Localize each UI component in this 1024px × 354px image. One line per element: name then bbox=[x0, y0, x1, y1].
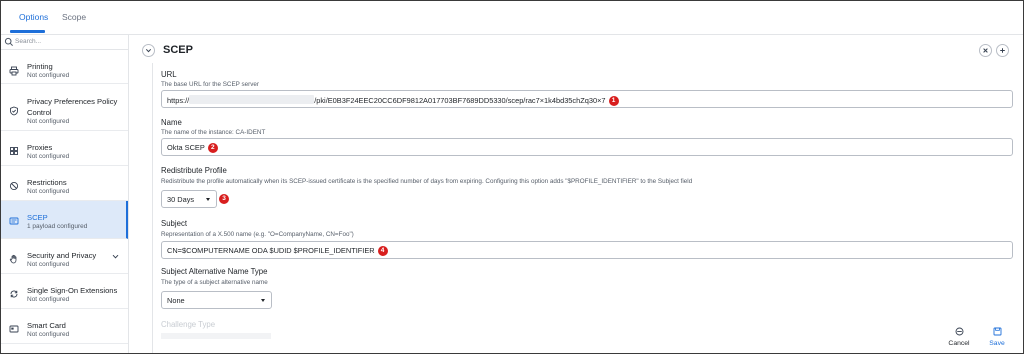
sidebar-item-status: Not configured bbox=[27, 296, 70, 303]
app-frame: Options Scope Search... Printing Not con… bbox=[0, 0, 1024, 354]
search-box[interactable]: Search... bbox=[1, 35, 128, 50]
sidebar-item-status: Not configured bbox=[27, 153, 70, 160]
chevron-down-icon bbox=[145, 48, 152, 53]
url-label: URL bbox=[161, 70, 177, 79]
shield-check-icon bbox=[10, 106, 18, 116]
prohibited-icon bbox=[9, 181, 19, 191]
sidebar-item-status: Not configured bbox=[27, 72, 70, 79]
name-description: The name of the instance: CA-IDENT bbox=[161, 129, 266, 136]
name-value: Okta SCEP 2 bbox=[167, 143, 218, 154]
sidebar-item-label: SCEP bbox=[27, 213, 48, 222]
san-type-select[interactable]: None bbox=[161, 291, 272, 309]
dropdown-caret-icon bbox=[206, 198, 210, 201]
add-payload-button[interactable] bbox=[996, 44, 1009, 57]
url-value: https:///pki/E0B3F24EEC20CC6DF9812A01770… bbox=[167, 95, 619, 107]
close-icon bbox=[983, 48, 988, 53]
printer-icon bbox=[9, 66, 19, 76]
sidebar-item-proxies[interactable]: Proxies Not configured bbox=[1, 131, 128, 166]
sidebar-item-smart-card[interactable]: Smart Card Not configured bbox=[1, 309, 128, 344]
san-type-description: The type of a subject alternative name bbox=[161, 279, 268, 286]
section-title: SCEP bbox=[163, 44, 193, 56]
subject-label: Subject bbox=[161, 219, 188, 228]
sidebar-item-privacy-preferences[interactable]: Privacy Preferences Policy Control Not c… bbox=[1, 84, 128, 131]
sidebar-item-label: Single Sign-On Extensions bbox=[27, 286, 118, 295]
save-button[interactable]: Save bbox=[983, 327, 1011, 347]
chevron-down-icon[interactable] bbox=[111, 252, 120, 261]
hand-icon bbox=[9, 254, 17, 264]
payload-sidebar: Search... Printing Not configured Privac… bbox=[1, 35, 129, 353]
subject-value: CN=$COMPUTERNAME ODA $UDID $PROFILE_IDEN… bbox=[167, 246, 388, 257]
url-field[interactable]: https:///pki/E0B3F24EEC20CC6DF9812A01770… bbox=[161, 90, 1013, 108]
callout-badge: 3 bbox=[219, 194, 229, 204]
sidebar-item-label: Security and Privacy bbox=[27, 251, 97, 260]
tab-bar: Options Scope bbox=[1, 1, 1023, 35]
server-icon bbox=[10, 147, 18, 155]
sidebar-item-status: Not configured bbox=[27, 188, 70, 195]
sidebar-item-sso-extensions[interactable]: Single Sign-On Extensions Not configured bbox=[1, 274, 128, 309]
sidebar-item-status: 1 payload configured bbox=[27, 223, 88, 230]
url-description: The base URL for the SCEP server bbox=[161, 81, 259, 88]
sidebar-item-scep[interactable]: SCEP 1 payload configured bbox=[1, 201, 128, 239]
sidebar-item-label: Smart Card bbox=[27, 321, 66, 330]
remove-payload-button[interactable] bbox=[979, 44, 992, 57]
search-icon bbox=[4, 37, 13, 46]
sidebar-item-security-privacy[interactable]: Security and Privacy Not configured bbox=[1, 239, 128, 274]
name-field[interactable]: Okta SCEP 2 bbox=[161, 138, 1013, 156]
sidebar-item-label: Privacy Preferences Policy Control bbox=[27, 97, 118, 117]
san-type-value: None bbox=[167, 296, 185, 305]
sidebar-item-printing[interactable]: Printing Not configured bbox=[1, 50, 128, 84]
redistribute-description: Redistribute the profile automatically w… bbox=[161, 178, 693, 185]
collapse-section-button[interactable] bbox=[142, 44, 155, 57]
section-divider bbox=[152, 63, 153, 353]
sidebar-item-label: Proxies bbox=[27, 143, 53, 152]
callout-badge: 1 bbox=[608, 96, 619, 107]
active-tab-indicator bbox=[10, 30, 45, 33]
redistribute-value: 30 Days bbox=[167, 195, 195, 204]
payload-editor: SCEP URL The base URL for the SCEP serve… bbox=[130, 35, 1023, 353]
sidebar-item-label: Restrictions bbox=[27, 178, 67, 187]
name-label: Name bbox=[161, 118, 182, 127]
cancel-button[interactable]: Cancel bbox=[945, 327, 973, 347]
sidebar-item-status: Not configured bbox=[27, 118, 70, 125]
cancel-label: Cancel bbox=[948, 340, 970, 347]
callout-badge: 4 bbox=[377, 246, 388, 257]
dropdown-caret-icon bbox=[261, 299, 265, 302]
challenge-type-label: Challenge Type bbox=[161, 320, 216, 329]
sync-icon bbox=[10, 290, 18, 298]
challenge-type-select[interactable] bbox=[161, 333, 271, 339]
redistribute-select[interactable]: 30 Days bbox=[161, 190, 217, 208]
cancel-icon bbox=[955, 327, 963, 336]
card-icon bbox=[9, 325, 19, 333]
callout-badge: 2 bbox=[207, 143, 218, 154]
redistribute-label: Redistribute Profile bbox=[161, 166, 227, 175]
search-input[interactable]: Search... bbox=[15, 38, 41, 45]
save-icon bbox=[993, 327, 1001, 336]
sidebar-item-status: Not configured bbox=[27, 331, 70, 338]
tab-scope[interactable]: Scope bbox=[62, 12, 86, 22]
subject-field[interactable]: CN=$COMPUTERNAME ODA $UDID $PROFILE_IDEN… bbox=[161, 241, 1013, 259]
plus-icon bbox=[1000, 48, 1005, 53]
sidebar-item-status: Not configured bbox=[27, 261, 70, 268]
subject-description: Representation of a X.500 name (e.g. "O=… bbox=[161, 231, 354, 238]
certificate-icon bbox=[9, 217, 19, 225]
redacted-host bbox=[189, 95, 315, 104]
sidebar-item-restrictions[interactable]: Restrictions Not configured bbox=[1, 166, 128, 201]
save-label: Save bbox=[989, 340, 1005, 347]
sidebar-item-label: Printing bbox=[27, 62, 53, 71]
tab-options[interactable]: Options bbox=[19, 12, 48, 22]
san-type-label: Subject Alternative Name Type bbox=[161, 267, 268, 276]
